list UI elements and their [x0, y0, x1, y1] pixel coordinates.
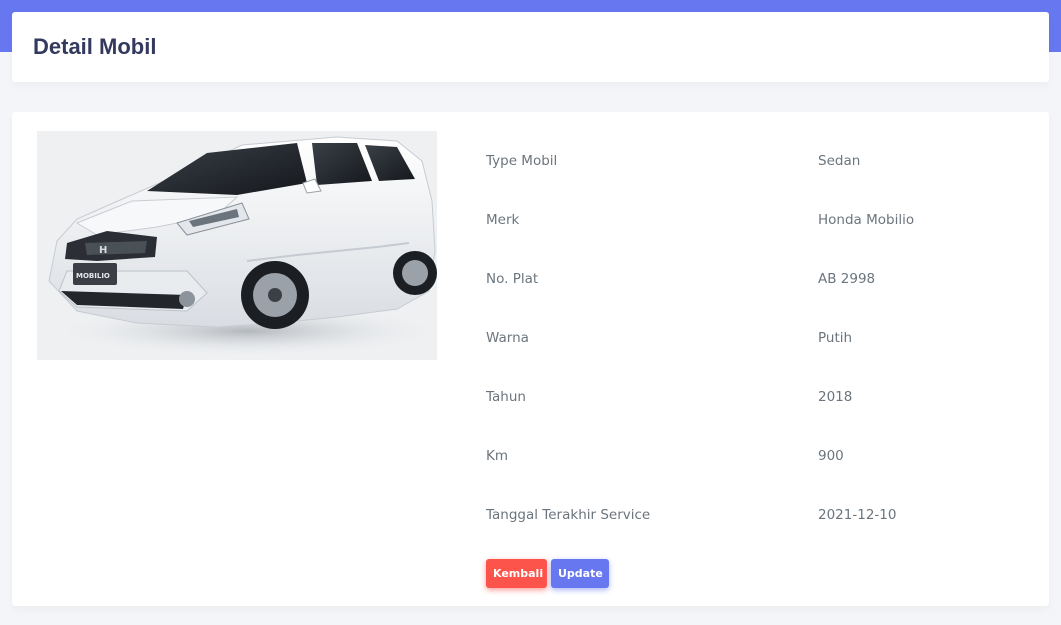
type-value: Sedan [818, 152, 861, 169]
car-info-table: Type Mobil Sedan Merk Honda Mobilio No. … [486, 131, 1026, 544]
merk-value: Honda Mobilio [818, 211, 915, 228]
action-buttons: Kembali Update [486, 559, 609, 588]
year-value: 2018 [818, 388, 853, 405]
type-label: Type Mobil [486, 152, 558, 169]
plate-value: AB 2998 [818, 270, 876, 287]
plate-label: No. Plat [486, 270, 539, 287]
svg-text:H: H [99, 245, 107, 256]
info-row-color: Warna Putih [486, 308, 1026, 367]
color-value: Putih [818, 329, 853, 346]
info-row-plate: No. Plat AB 2998 [486, 249, 1026, 308]
info-row-km: Km 900 [486, 426, 1026, 485]
car-image: H MOBILIO [37, 131, 437, 360]
page-title: Detail Mobil [33, 34, 157, 59]
color-label: Warna [486, 329, 529, 346]
car-plate-label: MOBILIO [76, 272, 110, 280]
info-row-type: Type Mobil Sedan [486, 131, 1026, 190]
car-icon: H MOBILIO [47, 136, 437, 357]
service-date-label: Tanggal Terakhir Service [486, 506, 651, 523]
update-button[interactable]: Update [551, 559, 609, 588]
info-row-year: Tahun 2018 [486, 367, 1026, 426]
km-label: Km [486, 447, 509, 464]
merk-label: Merk [486, 211, 520, 228]
back-button[interactable]: Kembali [486, 559, 547, 588]
car-detail-card: H MOBILIO Type Mobil Sedan Merk Honda Mo… [12, 112, 1049, 606]
info-row-service: Tanggal Terakhir Service 2021-12-10 [486, 485, 1026, 544]
page-header: Detail Mobil [12, 12, 1049, 82]
km-value: 900 [818, 447, 844, 464]
year-label: Tahun [486, 388, 526, 405]
info-row-merk: Merk Honda Mobilio [486, 190, 1026, 249]
service-date-value: 2021-12-10 [818, 506, 897, 523]
